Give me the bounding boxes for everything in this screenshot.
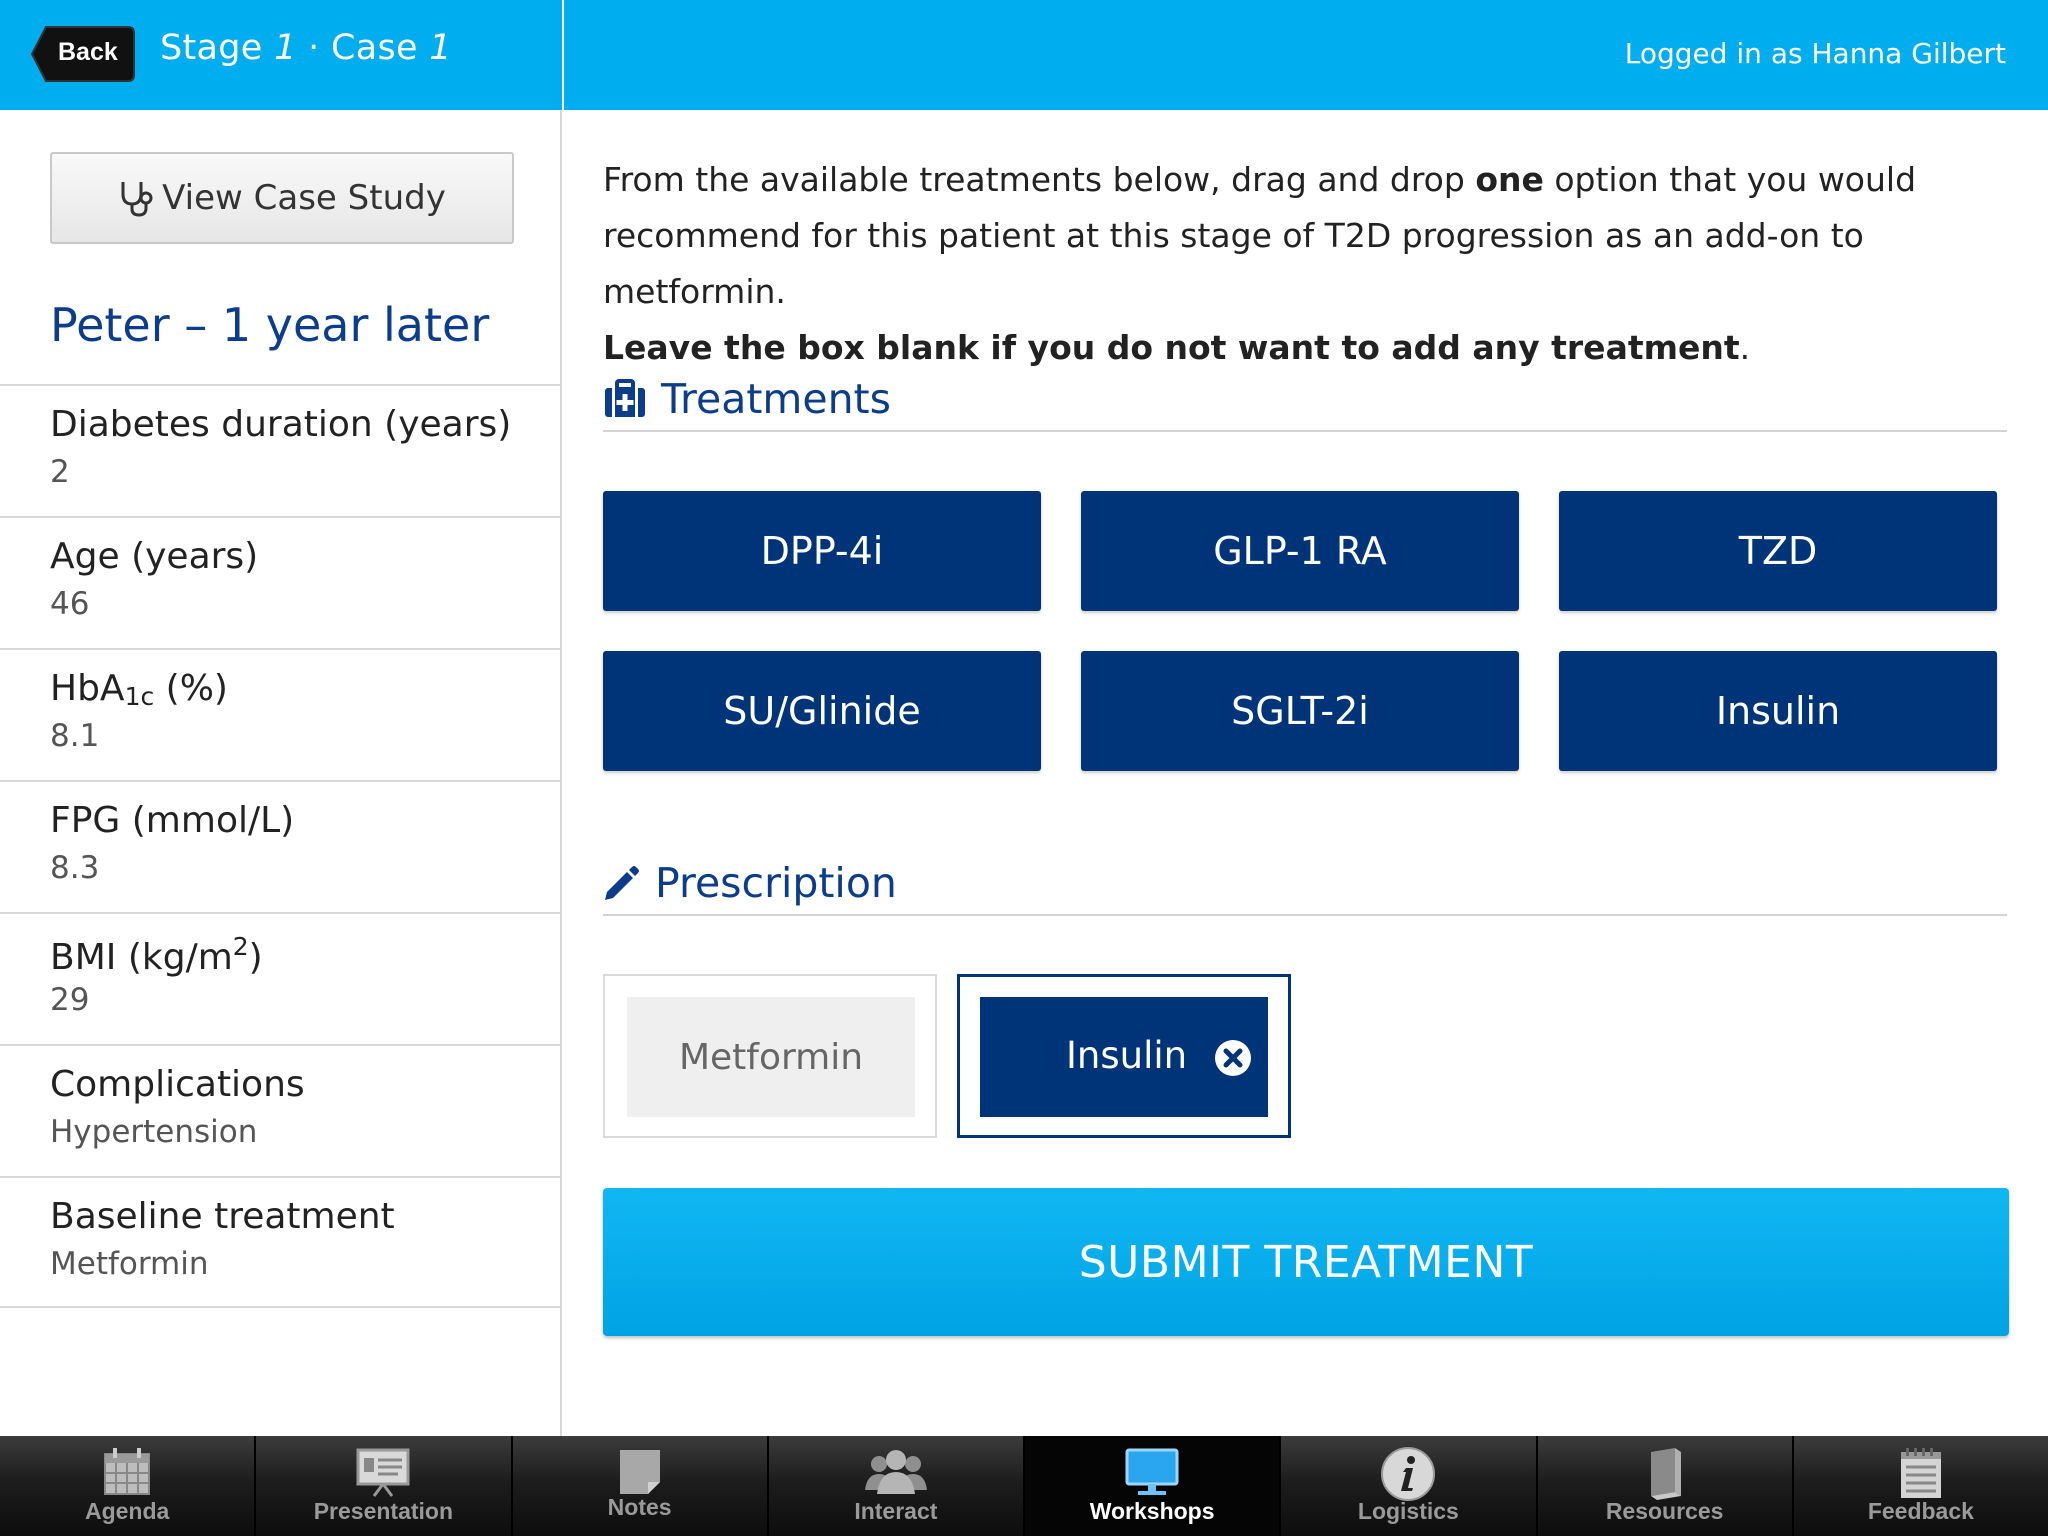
- tab-resources[interactable]: Resources: [1538, 1436, 1794, 1536]
- tab-feedback[interactable]: Feedback: [1794, 1436, 2048, 1536]
- remove-icon[interactable]: [1214, 1039, 1252, 1077]
- tab-notes[interactable]: Notes: [513, 1436, 769, 1536]
- stat-value: 8.3: [50, 850, 100, 886]
- stat-baseline-treatment: Baseline treatment Metformin: [0, 1176, 562, 1308]
- calendar-icon: [104, 1448, 151, 1495]
- tab-label: Workshops: [1089, 1498, 1215, 1524]
- prescription-drop-slot[interactable]: Insulin: [957, 974, 1291, 1138]
- tab-label: Interact: [854, 1498, 938, 1524]
- tab-presentation[interactable]: Presentation: [256, 1436, 513, 1536]
- stat-fpg: FPG (mmol/L) 8.3: [0, 780, 562, 912]
- tab-label: Notes: [607, 1494, 672, 1520]
- tab-agenda[interactable]: Agenda: [0, 1436, 257, 1536]
- medical-kit-icon: [605, 379, 645, 417]
- treatment-sglt2i[interactable]: SGLT-2i: [1081, 651, 1519, 771]
- patient-title: Peter – 1 year later: [50, 298, 490, 352]
- stat-value: 2: [50, 454, 70, 490]
- back-button[interactable]: Back: [30, 23, 136, 85]
- stat-label: FPG (mmol/L): [50, 800, 295, 841]
- stage-number: 1: [274, 28, 297, 68]
- instructions-part: .: [1739, 328, 1751, 367]
- tab-interact[interactable]: Interact: [769, 1436, 1025, 1536]
- treatments-header: Treatments: [603, 368, 2007, 432]
- submit-treatment-button[interactable]: SUBMIT TREATMENT: [603, 1188, 2009, 1336]
- stat-age: Age (years) 46: [0, 516, 562, 648]
- stat-label-main: HbA: [50, 668, 125, 709]
- instructions-part: From the available treatments below, dra…: [603, 160, 1476, 199]
- stat-label: Diabetes duration (years): [50, 404, 512, 445]
- title-separator: ·: [308, 28, 320, 68]
- stat-label: HbA1c (%): [50, 668, 228, 711]
- stat-value: 46: [50, 586, 90, 622]
- view-case-study-label: View Case Study: [162, 178, 446, 218]
- tab-bar: Agenda Presentation Notes Interact Works…: [0, 1436, 2048, 1536]
- treatment-glp1-ra[interactable]: GLP-1 RA: [1081, 491, 1519, 611]
- people-icon: [864, 1450, 927, 1494]
- sidebar: View Case Study Peter – 1 year later Dia…: [0, 110, 562, 1436]
- stat-label: Complications: [50, 1064, 305, 1105]
- instructions-text: From the available treatments below, dra…: [603, 152, 2003, 376]
- stat-value: Hypertension: [50, 1114, 258, 1150]
- notepad-icon: [1900, 1448, 1941, 1498]
- stat-label-sub: 1c: [124, 682, 155, 711]
- tab-label: Feedback: [1867, 1498, 1974, 1524]
- stat-value: Metformin: [50, 1246, 209, 1282]
- info-icon: [1381, 1447, 1436, 1501]
- prescription-title: Prescription: [655, 859, 897, 907]
- insulin-chip[interactable]: Insulin: [980, 997, 1268, 1117]
- view-case-study-button[interactable]: View Case Study: [50, 152, 514, 244]
- book-icon: [1650, 1448, 1681, 1500]
- note-icon: [619, 1450, 660, 1494]
- case-number: 1: [429, 28, 452, 68]
- prescription-slot-fixed: Metformin: [603, 974, 937, 1138]
- header-right: Logged in as Hanna Gilbert: [564, 0, 2048, 110]
- treatment-tzd[interactable]: TZD: [1559, 491, 1997, 611]
- presentation-board-icon: [356, 1448, 410, 1497]
- case-word: Case: [330, 28, 418, 68]
- stat-value: 29: [50, 982, 90, 1018]
- tab-label: Presentation: [313, 1498, 454, 1524]
- stat-label: Age (years): [50, 536, 259, 577]
- stage-word: Stage: [160, 28, 263, 68]
- stat-label-tail: ): [248, 937, 263, 978]
- prescription-header: Prescription: [603, 852, 2007, 916]
- stat-label-sup: 2: [232, 932, 249, 961]
- stat-complications: Complications Hypertension: [0, 1044, 562, 1176]
- tab-workshops[interactable]: Workshops: [1025, 1436, 1282, 1536]
- stat-label-main: BMI (kg/m: [50, 937, 233, 978]
- stat-label-tail: (%): [154, 668, 228, 709]
- tab-label: Resources: [1605, 1498, 1724, 1524]
- stat-hba1c: HbA1c (%) 8.1: [0, 648, 562, 780]
- back-button-label: Back: [58, 38, 118, 66]
- treatment-su-glinide[interactable]: SU/Glinide: [603, 651, 1041, 771]
- tab-label: Agenda: [84, 1498, 170, 1524]
- stethoscope-icon: [121, 182, 153, 217]
- stage-case-title: Stage 1 · Case 1: [160, 28, 452, 68]
- instructions-emphasis: one: [1475, 160, 1544, 199]
- metformin-chip: Metformin: [627, 997, 915, 1117]
- treatment-dpp4i[interactable]: DPP-4i: [603, 491, 1041, 611]
- instructions-emphasis: Leave the box blank if you do not want t…: [603, 328, 1740, 367]
- treatments-title: Treatments: [661, 375, 891, 423]
- header-left: Back Stage 1 · Case 1: [0, 0, 562, 110]
- tab-logistics[interactable]: Logistics: [1281, 1436, 1538, 1536]
- monitor-icon: [1125, 1448, 1179, 1495]
- stat-diabetes-duration: Diabetes duration (years) 2: [0, 384, 562, 516]
- treatment-insulin[interactable]: Insulin: [1559, 651, 1997, 771]
- tab-label: Logistics: [1357, 1498, 1459, 1524]
- pencil-icon: [605, 866, 639, 900]
- stat-bmi: BMI (kg/m2) 29: [0, 912, 562, 1044]
- stat-value: 8.1: [50, 718, 100, 754]
- stat-label: Baseline treatment: [50, 1196, 395, 1237]
- stat-label: BMI (kg/m2): [50, 932, 263, 978]
- insulin-chip-label: Insulin: [1066, 1034, 1188, 1077]
- login-status: Logged in as Hanna Gilbert: [1624, 37, 2006, 70]
